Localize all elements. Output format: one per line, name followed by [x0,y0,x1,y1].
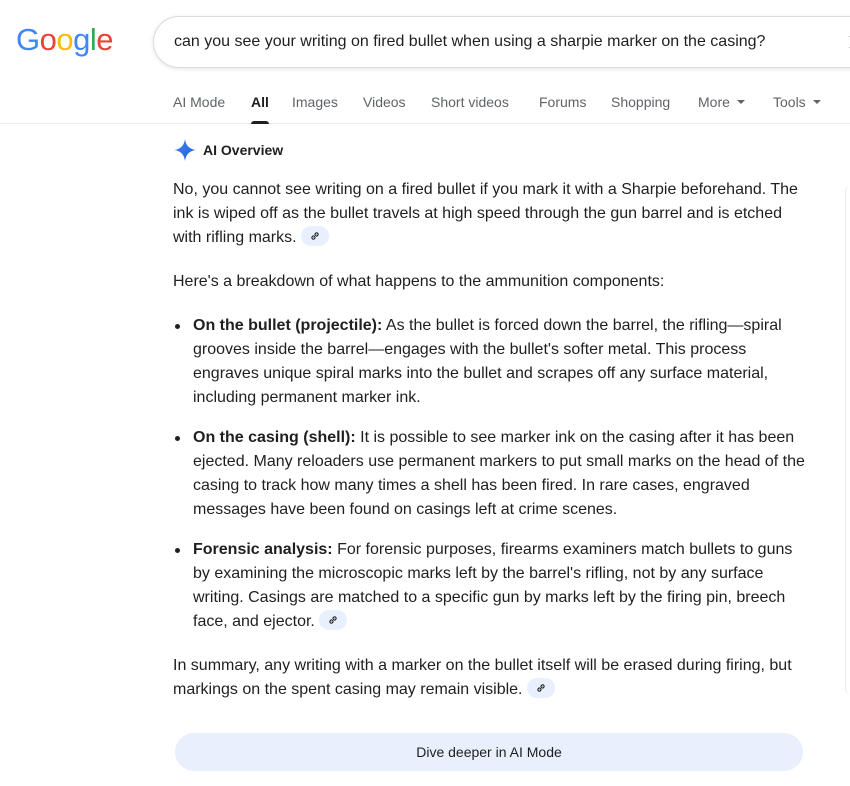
source-link-chip[interactable] [526,677,555,698]
source-link-chip[interactable] [300,225,329,246]
side-panel-edge [845,185,850,695]
breakdown-list: On the bullet (projectile): As the bulle… [173,314,813,634]
source-link-chip[interactable] [318,609,347,630]
bullet-label: Forensic analysis: [193,541,333,558]
logo-letter: e [96,22,114,57]
tab-videos[interactable]: Videos [363,80,406,123]
breakdown-paragraph: Here's a breakdown of what happens to th… [173,273,665,290]
tab-tools[interactable]: Tools [773,80,821,123]
google-logo[interactable]: Google [16,20,114,60]
tab-ai-mode[interactable]: AI Mode [173,80,225,123]
bullet-label: On the casing (shell): [193,429,356,446]
tab-all[interactable]: All [251,80,269,124]
search-results-page: Google can you see your writing on fired… [0,0,850,786]
tab-more[interactable]: More [698,80,745,123]
logo-letter: o [56,22,74,57]
list-item: On the bullet (projectile): As the bulle… [173,314,813,410]
list-item: On the casing (shell): It is possible to… [173,426,813,522]
ai-overview-title: AI Overview [203,142,284,158]
ai-overview-content: No, you cannot see writing on a fired bu… [173,178,813,722]
logo-letter: g [73,22,90,57]
list-item: Forensic analysis: For forensic purposes… [173,538,813,634]
tab-more-label: More [698,94,730,110]
intro-paragraph: No, you cannot see writing on a fired bu… [173,178,813,250]
bullet-label: On the bullet (projectile): [193,317,383,334]
tab-images[interactable]: Images [292,80,338,123]
tab-forums[interactable]: Forums [539,80,586,123]
link-icon [329,616,337,624]
link-icon [536,684,545,692]
tab-tools-label: Tools [773,94,806,110]
chevron-down-icon [812,100,821,105]
logo-letter: G [16,22,40,57]
intro-text: No, you cannot see writing on a fired bu… [173,181,798,246]
link-icon [310,232,319,240]
search-input[interactable]: can you see your writing on fired bullet… [174,17,765,67]
sparkle-icon [174,139,196,161]
tab-shopping[interactable]: Shopping [611,80,670,123]
summary-paragraph: In summary, any writing with a marker on… [173,654,813,702]
logo-letter: o [39,22,57,57]
tab-short-videos[interactable]: Short videos [431,80,509,123]
close-icon[interactable] [844,30,850,54]
dive-deeper-button[interactable]: Dive deeper in AI Mode [175,733,803,771]
search-tabs: AI Mode All Images Videos Short videos F… [0,80,850,124]
summary-text: In summary, any writing with a marker on… [173,657,792,698]
chevron-down-icon [736,100,745,105]
search-box[interactable]: can you see your writing on fired bullet… [153,16,850,68]
